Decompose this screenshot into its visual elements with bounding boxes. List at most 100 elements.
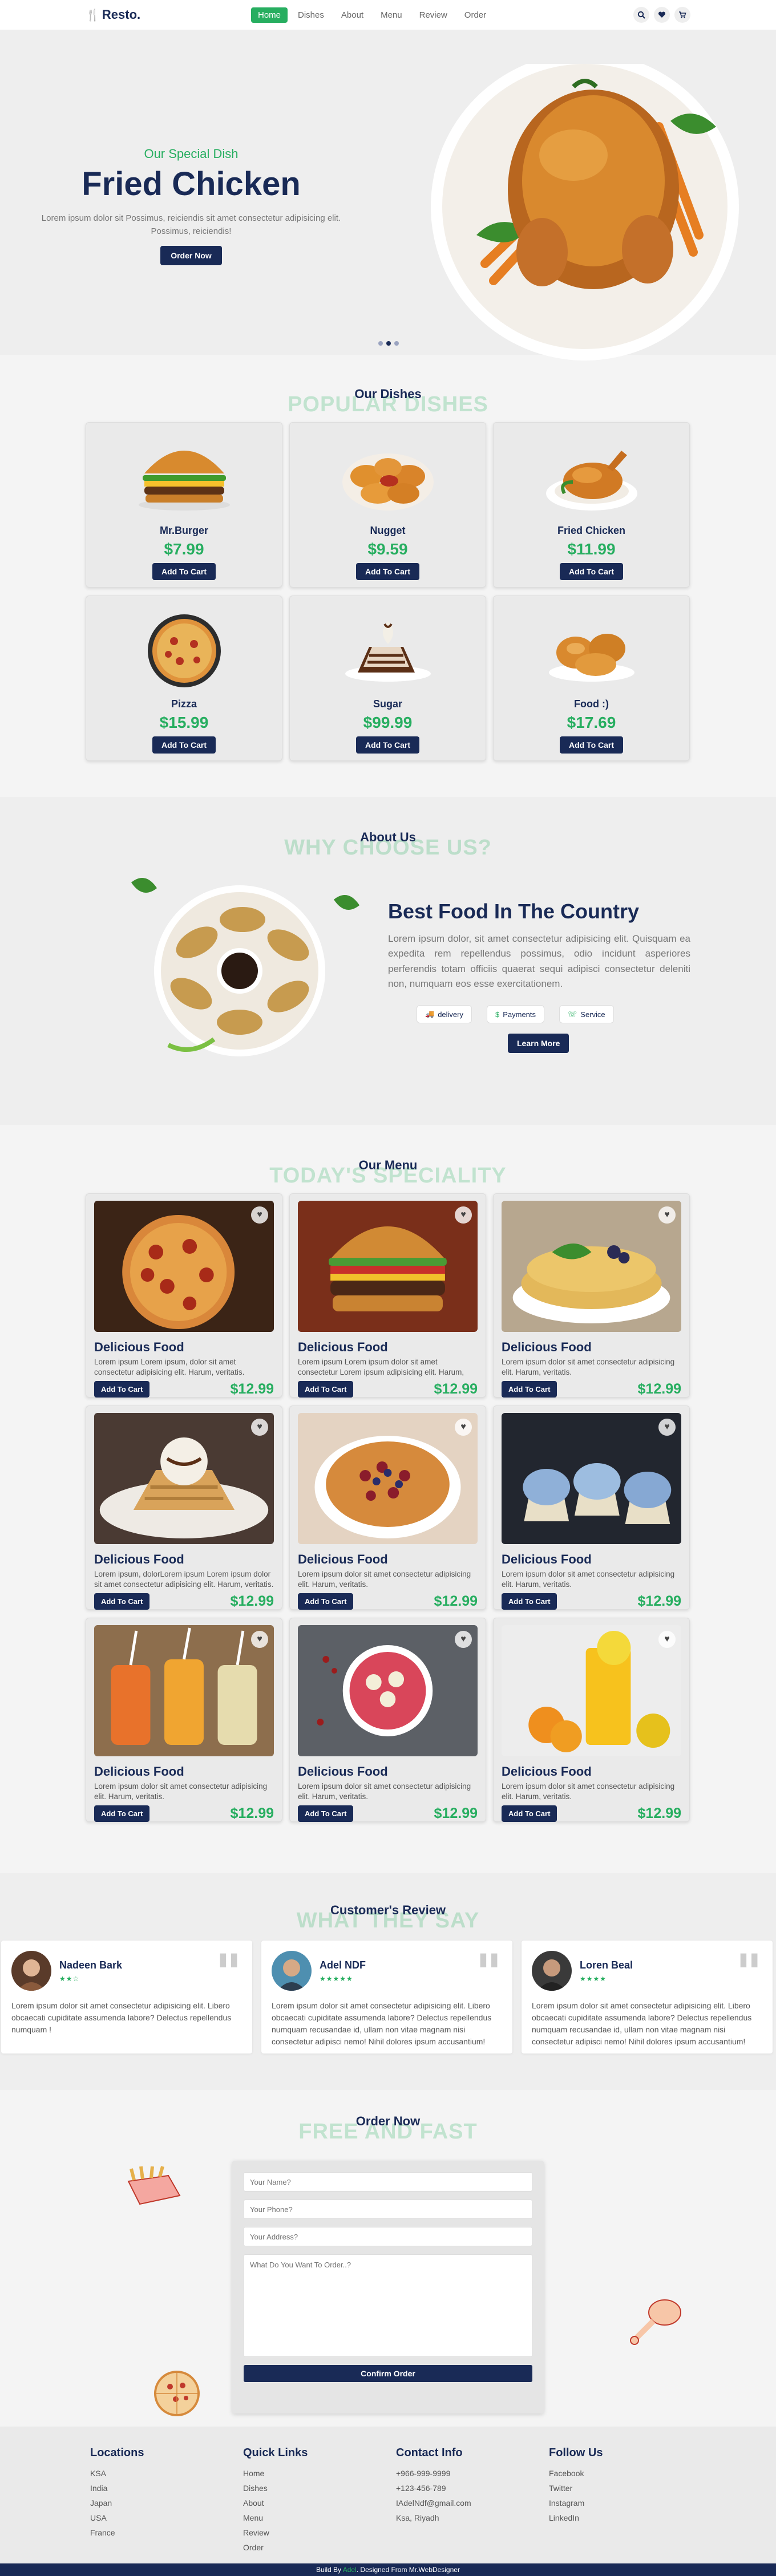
menu-footer: Add To Cart $12.99 — [94, 1805, 274, 1822]
avatar — [272, 1951, 312, 1991]
slider-dot-active[interactable] — [386, 341, 391, 346]
heart-icon[interactable]: ♥ — [658, 1419, 676, 1436]
add-to-cart-button[interactable]: Add To Cart — [94, 1381, 150, 1398]
heart-icon[interactable]: ♥ — [251, 1419, 268, 1436]
heart-icon[interactable]: ♥ — [455, 1206, 472, 1224]
section-title: Our Dishes — [354, 387, 422, 401]
add-to-cart-button[interactable]: Add To Cart — [355, 736, 420, 754]
menu-title: Delicious Food — [298, 1764, 388, 1779]
heart-icon[interactable]: ♥ — [658, 1631, 676, 1648]
star-rating: ★★★★★ — [320, 1974, 353, 1983]
reviewer-name: Loren Beal — [580, 1959, 633, 1971]
nav-link-review[interactable]: Review — [413, 7, 454, 23]
footer-link[interactable]: Menu — [243, 2513, 396, 2522]
dish-name: Fried Chicken — [557, 525, 626, 536]
menu-footer: Add To Cart $12.99 — [298, 1593, 478, 1610]
footer-link[interactable]: France — [90, 2528, 243, 2537]
footer-link[interactable]: IAdelNdf@gmail.com — [396, 2498, 549, 2508]
delivery-badge: 🚚 delivery — [417, 1005, 472, 1024]
heart-icon[interactable]: ♥ — [658, 1206, 676, 1224]
menu-footer: Add To Cart $12.99 — [502, 1381, 681, 1398]
search-icon[interactable] — [633, 7, 649, 23]
dish-name: Food :) — [574, 698, 609, 710]
nav-link-order[interactable]: Order — [458, 7, 493, 23]
dollar-icon: $ — [495, 1010, 500, 1019]
add-to-cart-button[interactable]: Add To Cart — [559, 563, 624, 580]
menu-title: Delicious Food — [94, 1764, 184, 1779]
nav-link-menu[interactable]: Menu — [374, 7, 409, 23]
heart-icon[interactable]: ♥ — [455, 1419, 472, 1436]
learn-more-button[interactable]: Learn More — [508, 1034, 569, 1054]
menu-description: Lorem ipsum dolor sit amet consectetur a… — [298, 1782, 471, 1801]
footer-contact: Contact Info +966-999-9999 +123-456-789 … — [396, 2447, 549, 2558]
reviewer-name: Adel NDF — [320, 1959, 366, 1971]
add-to-cart-button[interactable]: Add To Cart — [502, 1805, 557, 1822]
footer-link[interactable]: Twitter — [549, 2484, 702, 2493]
footer-link[interactable]: Ksa, Riyadh — [396, 2513, 549, 2522]
footer-link[interactable]: Japan — [90, 2498, 243, 2508]
dish-card: Food :) $17.69 Add To Cart — [493, 596, 690, 761]
slider-dot[interactable] — [378, 341, 383, 346]
menu-title: Delicious Food — [502, 1552, 592, 1566]
add-to-cart-button[interactable]: Add To Cart — [502, 1593, 557, 1610]
payments-badge: $ Payments — [486, 1005, 545, 1024]
avatar — [532, 1951, 572, 1991]
add-to-cart-button[interactable]: Add To Cart — [152, 563, 216, 580]
nav-link-about[interactable]: About — [334, 7, 370, 23]
add-to-cart-button[interactable]: Add To Cart — [355, 563, 420, 580]
add-to-cart-button[interactable]: Add To Cart — [152, 736, 216, 754]
heart-icon[interactable]: ♥ — [455, 1631, 472, 1648]
footer-link[interactable]: LinkedIn — [549, 2513, 702, 2522]
add-to-cart-button[interactable]: Add To Cart — [94, 1593, 150, 1610]
footer-link[interactable]: KSA — [90, 2469, 243, 2478]
heart-icon[interactable]: ♥ — [251, 1206, 268, 1224]
footer-link[interactable]: About — [243, 2498, 396, 2508]
add-to-cart-button[interactable]: Add To Cart — [559, 736, 624, 754]
add-to-cart-button[interactable]: Add To Cart — [94, 1805, 150, 1822]
name-input[interactable] — [244, 2172, 532, 2192]
order-form: Confirm Order — [232, 2161, 544, 2413]
footer-link[interactable]: Dishes — [243, 2484, 396, 2493]
nav-link-home[interactable]: Home — [251, 7, 288, 23]
footer-link[interactable]: Facebook — [549, 2469, 702, 2478]
phone-input[interactable] — [244, 2200, 532, 2219]
fried-chicken-image — [546, 451, 637, 511]
address-input[interactable] — [244, 2227, 532, 2246]
review-card: Loren Beal ★★★★ " Lorem ipsum dolor sit a… — [522, 1941, 773, 2053]
slider-dot[interactable] — [394, 341, 399, 346]
footer-link[interactable]: Order — [243, 2543, 396, 2552]
menu-image: ♥ — [94, 1625, 274, 1756]
footer-link[interactable]: +966-999-9999 — [396, 2469, 549, 2478]
about-title: Best Food In The Country — [388, 900, 639, 923]
avatar — [11, 1951, 51, 1991]
heart-icon[interactable] — [654, 7, 670, 23]
add-to-cart-button[interactable]: Add To Cart — [298, 1593, 354, 1610]
menu-footer: Add To Cart $12.99 — [298, 1805, 478, 1822]
footer-link[interactable]: Review — [243, 2528, 396, 2537]
review-text: Lorem ipsum dolor sit amet consectetur a… — [272, 2001, 492, 2046]
nav-link-dishes[interactable]: Dishes — [291, 7, 331, 23]
footer-link[interactable]: USA — [90, 2513, 243, 2522]
section-title: About Us — [360, 830, 416, 844]
cart-icon[interactable] — [674, 7, 690, 23]
dish-card: Fried Chicken $11.99 Add To Cart — [493, 422, 690, 588]
menu-price: $12.99 — [637, 1381, 681, 1397]
add-to-cart-button[interactable]: Add To Cart — [298, 1805, 354, 1822]
section-heading: FREE AND FAST Order Now — [0, 2113, 776, 2153]
heart-icon[interactable]: ♥ — [251, 1631, 268, 1648]
slider-dots[interactable] — [378, 341, 399, 346]
order-now-button[interactable]: Order Now — [160, 246, 222, 265]
footer: Locations KSA India Japan USA France Qui… — [0, 2427, 776, 2563]
footer-link[interactable]: Instagram — [549, 2498, 702, 2508]
add-to-cart-button[interactable]: Add To Cart — [502, 1381, 557, 1398]
footer-link[interactable]: India — [90, 2484, 243, 2493]
order-textarea[interactable] — [244, 2254, 532, 2357]
add-to-cart-button[interactable]: Add To Cart — [298, 1381, 354, 1398]
confirm-order-button[interactable]: Confirm Order — [244, 2365, 532, 2382]
logo[interactable]: 🍴 Resto. — [86, 7, 140, 22]
footer-link[interactable]: +123-456-789 — [396, 2484, 549, 2493]
menu-description: Lorem ipsum, dolorLorem ipsum Lorem ipsu… — [94, 1570, 274, 1589]
quote-icon: " — [215, 1943, 242, 2003]
dumplings-image — [131, 878, 359, 1056]
footer-link[interactable]: Home — [243, 2469, 396, 2478]
